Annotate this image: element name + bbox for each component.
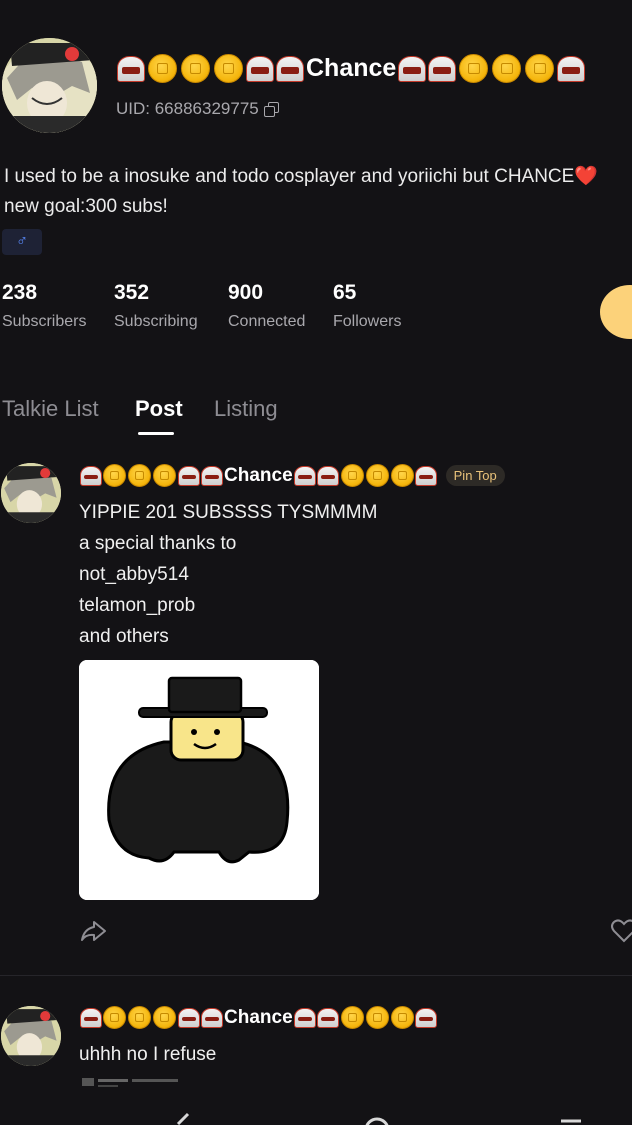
slot-machine-emoji [200, 465, 223, 486]
coin-emoji [340, 464, 364, 487]
slot-machine-emoji [294, 465, 317, 486]
post-author-name[interactable]: Chance [224, 1007, 293, 1029]
tab-post[interactable]: Post [135, 396, 183, 422]
user-id: UID: 66886329775 [116, 99, 279, 119]
profile-name: Chance [306, 54, 397, 82]
coin-emoji [153, 1006, 176, 1029]
coin-emoji [390, 1006, 414, 1029]
stat-label: Followers [333, 313, 402, 330]
profile-avatar[interactable] [2, 38, 97, 133]
slot-machine-emoji [79, 465, 102, 486]
bio-line-1: I used to be a inosuke and todo cosplaye… [4, 166, 575, 187]
coin-emoji [365, 1006, 389, 1029]
coin-emoji [103, 1006, 126, 1029]
heart-icon[interactable] [610, 918, 632, 944]
profile-bio: I used to be a inosuke and todo cosplaye… [4, 162, 598, 222]
share-icon[interactable] [80, 918, 108, 944]
slot-machine-emoji [200, 1007, 223, 1028]
tab-talkie-list[interactable]: Talkie List [2, 396, 99, 422]
coin-emoji [128, 1006, 151, 1029]
stat-subscribers[interactable]: 238 Subscribers [2, 281, 86, 331]
slot-machine-emoji [79, 1007, 102, 1028]
copy-icon[interactable] [263, 102, 279, 117]
post-author-row: Chance [79, 1006, 438, 1029]
coin-emoji [492, 54, 522, 83]
stat-connected[interactable]: 900 Connected [228, 281, 305, 331]
coin-emoji [214, 54, 243, 83]
slot-machine-emoji [276, 55, 304, 82]
post-line: uhhh no I refuse [79, 1044, 217, 1065]
stat-value: 352 [114, 281, 150, 304]
profile-name-row: Chance [116, 54, 586, 83]
coin-emoji [128, 464, 151, 487]
slot-machine-emoji [557, 55, 586, 82]
stat-value: 238 [2, 281, 38, 304]
stat-value: 65 [333, 281, 357, 304]
post-author-name[interactable]: Chance [224, 465, 293, 487]
user-id-text: UID: 66886329775 [116, 99, 259, 118]
stat-label: Subscribers [2, 313, 87, 330]
floating-action-bubble[interactable] [600, 285, 632, 339]
bio-line-2: new goal:300 subs! [4, 196, 168, 217]
system-nav-bar [176, 1112, 581, 1125]
post-line: YIPPIE 201 SUBSSSS TYSMMMM [79, 502, 378, 523]
slot-machine-emoji [317, 1007, 340, 1028]
gender-tag: ♂ [2, 229, 42, 255]
post-author-avatar[interactable] [1, 463, 61, 523]
post-line: and others [79, 626, 169, 647]
slot-machine-emoji [317, 465, 340, 486]
post-line: telamon_prob [79, 595, 196, 616]
post-author-row: Chance Pin Top [79, 464, 505, 487]
profile-tabs: Talkie List Post Listing [0, 396, 632, 436]
stat-value: 900 [228, 281, 264, 304]
coin-emoji [103, 464, 126, 487]
male-symbol-icon: ♂ [16, 233, 28, 250]
pin-top-badge: Pin Top [445, 465, 505, 486]
red-heart-emoji: ❤️ [574, 166, 598, 187]
coin-emoji [153, 464, 176, 487]
tab-listing[interactable]: Listing [214, 396, 278, 422]
slot-machine-emoji [294, 1007, 317, 1028]
home-icon [365, 1117, 389, 1125]
post-image[interactable] [79, 660, 319, 900]
slot-machine-emoji [415, 465, 438, 486]
post-image-preview[interactable] [82, 1076, 182, 1090]
slot-machine-emoji [177, 1007, 200, 1028]
coin-emoji [525, 54, 555, 83]
active-tab-indicator [138, 432, 174, 435]
slot-machine-emoji [428, 55, 457, 82]
slot-machine-emoji [398, 55, 427, 82]
slot-machine-emoji [117, 55, 145, 82]
post-line: a special thanks to [79, 533, 237, 554]
slot-machine-emoji [177, 465, 200, 486]
back-icon [176, 1112, 190, 1125]
coin-emoji [390, 464, 414, 487]
coin-emoji [365, 464, 389, 487]
post-body: YIPPIE 201 SUBSSSS TYSMMMM a special tha… [79, 497, 377, 652]
stat-subscribing[interactable]: 352 Subscribing [114, 281, 198, 331]
post-divider [0, 975, 632, 976]
coin-emoji [340, 1006, 364, 1029]
coin-emoji [181, 54, 210, 83]
stat-label: Connected [228, 313, 306, 330]
stat-followers[interactable]: 65 Followers [333, 281, 401, 331]
post-line: not_abby514 [79, 564, 189, 585]
post-body: uhhh no I refuse [79, 1039, 216, 1070]
stat-label: Subscribing [114, 313, 198, 330]
post-author-avatar[interactable] [1, 1006, 61, 1066]
slot-machine-emoji [415, 1007, 438, 1028]
coin-emoji [459, 54, 489, 83]
coin-emoji [148, 54, 177, 83]
slot-machine-emoji [246, 55, 274, 82]
